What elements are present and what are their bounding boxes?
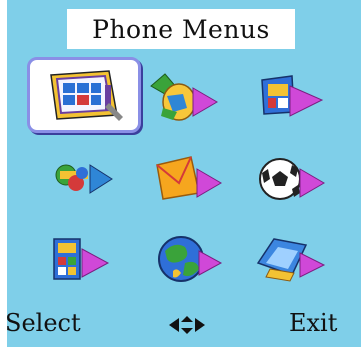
internet-icon <box>158 236 223 282</box>
settings-icon <box>55 164 113 194</box>
menu-item-multimedia[interactable] <box>252 68 342 132</box>
navigation-arrows-icon <box>169 316 205 334</box>
call-log-icon <box>150 73 218 121</box>
menu-item-profiles[interactable] <box>252 229 342 293</box>
multimedia-icon <box>261 75 324 117</box>
phonebook-icon <box>50 70 123 121</box>
menu-item-games[interactable] <box>252 149 342 213</box>
phone-screen: Phone Menus Select Exit <box>0 0 361 347</box>
menu-item-messages[interactable] <box>151 149 241 213</box>
menu-item-organizer[interactable] <box>46 229 136 293</box>
organizer-icon <box>53 238 110 280</box>
menu-item-internet[interactable] <box>151 229 241 293</box>
messages-icon <box>156 156 222 200</box>
menu-item-phonebook[interactable] <box>39 63 129 127</box>
games-icon <box>259 158 325 200</box>
profiles-icon <box>256 238 326 282</box>
exit-softkey[interactable]: Exit <box>289 309 337 337</box>
title-bar: Phone Menus <box>67 9 295 49</box>
menu-item-settings[interactable] <box>46 149 136 213</box>
select-softkey[interactable]: Select <box>5 309 81 337</box>
menu-item-call-log[interactable] <box>143 68 233 132</box>
page-title: Phone Menus <box>92 14 270 44</box>
